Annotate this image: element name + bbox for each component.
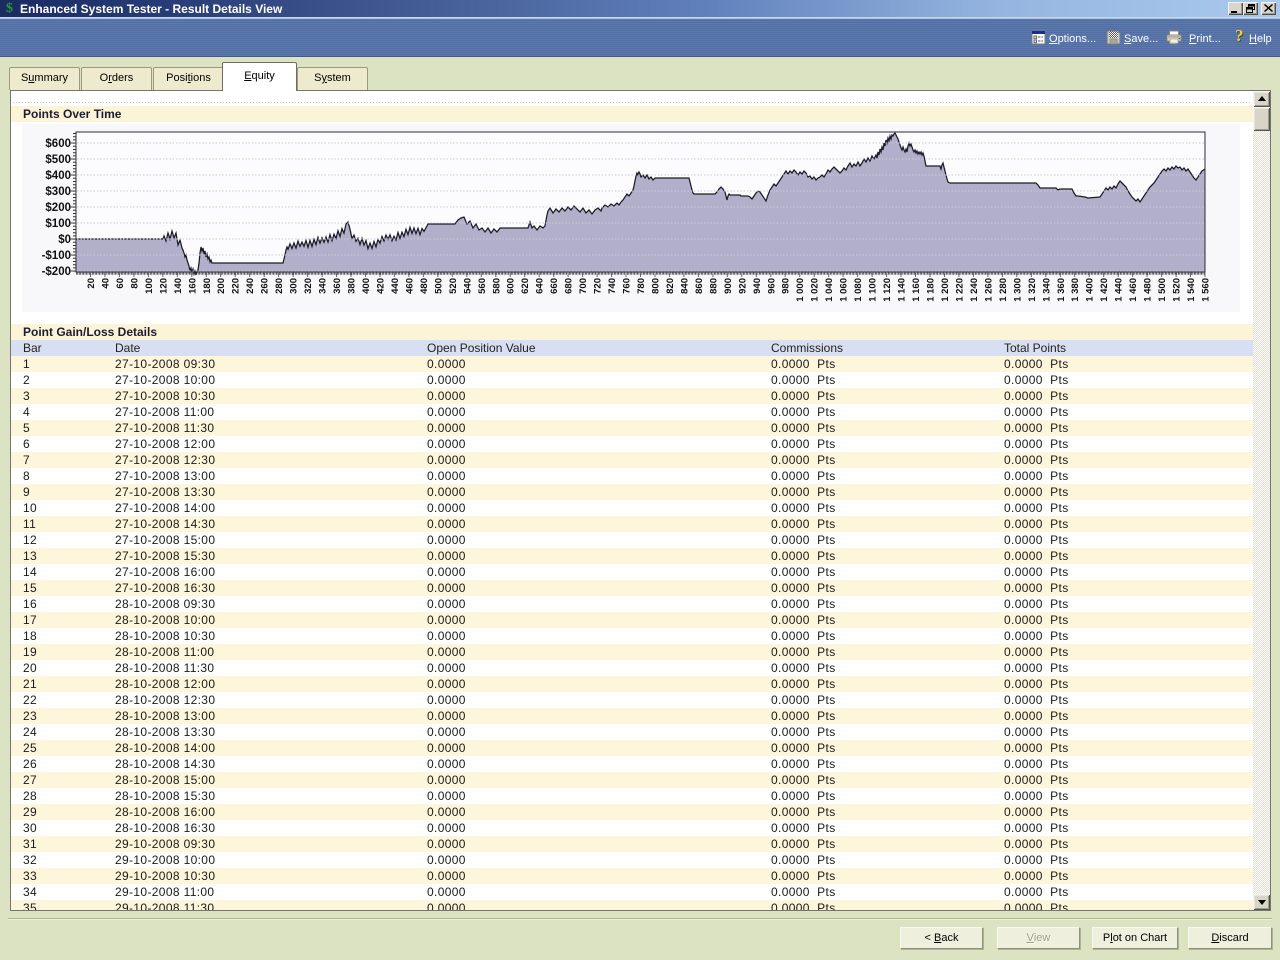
- svg-text:260: 260: [260, 278, 271, 294]
- svg-text:120: 120: [158, 278, 169, 294]
- svg-text:580: 580: [491, 278, 502, 294]
- svg-text:860: 860: [694, 278, 705, 294]
- svg-text:640: 640: [535, 278, 546, 294]
- svg-text:1 440: 1 440: [1114, 278, 1125, 302]
- svg-text:1 140: 1 140: [897, 278, 908, 302]
- svg-text:620: 620: [520, 278, 531, 294]
- svg-text:1 400: 1 400: [1085, 278, 1096, 302]
- svg-text:400: 400: [361, 278, 372, 294]
- svg-text:1 200: 1 200: [940, 278, 951, 302]
- svg-text:200: 200: [216, 278, 227, 294]
- svg-text:1 280: 1 280: [998, 278, 1009, 302]
- svg-text:1 480: 1 480: [1143, 278, 1154, 302]
- svg-text:360: 360: [332, 278, 343, 294]
- svg-text:100: 100: [144, 278, 155, 294]
- svg-text:340: 340: [318, 278, 329, 294]
- svg-text:220: 220: [231, 278, 242, 294]
- svg-text:720: 720: [593, 278, 604, 294]
- svg-text:1 360: 1 360: [1056, 278, 1067, 302]
- svg-text:1 040: 1 040: [824, 278, 835, 302]
- svg-text:380: 380: [347, 278, 358, 294]
- svg-text:600: 600: [506, 278, 517, 294]
- svg-text:-$100: -$100: [42, 250, 71, 262]
- svg-text:1 300: 1 300: [1012, 278, 1023, 302]
- svg-text:1 080: 1 080: [853, 278, 864, 302]
- svg-text:$400: $400: [45, 170, 71, 182]
- svg-text:180: 180: [202, 278, 213, 294]
- svg-text:1 120: 1 120: [882, 278, 893, 302]
- svg-text:1 520: 1 520: [1172, 278, 1183, 302]
- svg-text:$300: $300: [45, 186, 71, 198]
- svg-text:1 420: 1 420: [1099, 278, 1110, 302]
- svg-text:20: 20: [86, 278, 97, 289]
- svg-text:1 540: 1 540: [1186, 278, 1197, 302]
- svg-text:740: 740: [607, 278, 618, 294]
- svg-text:560: 560: [477, 278, 488, 294]
- svg-text:$500: $500: [45, 154, 71, 166]
- svg-text:820: 820: [665, 278, 676, 294]
- svg-text:440: 440: [390, 278, 401, 294]
- svg-text:1 020: 1 020: [810, 278, 821, 302]
- svg-text:520: 520: [448, 278, 459, 294]
- svg-text:1 460: 1 460: [1128, 278, 1139, 302]
- svg-text:60: 60: [115, 278, 126, 289]
- svg-text:160: 160: [187, 278, 198, 294]
- svg-text:1 180: 1 180: [926, 278, 937, 302]
- svg-text:480: 480: [419, 278, 430, 294]
- svg-text:980: 980: [781, 278, 792, 294]
- svg-text:680: 680: [564, 278, 575, 294]
- svg-text:460: 460: [404, 278, 415, 294]
- svg-text:$100: $100: [45, 218, 71, 230]
- svg-text:1 240: 1 240: [969, 278, 980, 302]
- svg-text:660: 660: [549, 278, 560, 294]
- svg-text:700: 700: [578, 278, 589, 294]
- svg-text:1 220: 1 220: [954, 278, 965, 302]
- svg-text:940: 940: [752, 278, 763, 294]
- svg-text:320: 320: [303, 278, 314, 294]
- svg-text:140: 140: [173, 278, 184, 294]
- svg-text:500: 500: [433, 278, 444, 294]
- svg-text:1 260: 1 260: [983, 278, 994, 302]
- svg-text:-$200: -$200: [42, 266, 71, 278]
- svg-text:1 380: 1 380: [1070, 278, 1081, 302]
- svg-text:300: 300: [289, 278, 300, 294]
- svg-text:1 100: 1 100: [868, 278, 879, 302]
- svg-text:840: 840: [679, 278, 690, 294]
- svg-text:80: 80: [129, 278, 140, 289]
- svg-text:540: 540: [462, 278, 473, 294]
- svg-text:780: 780: [636, 278, 647, 294]
- svg-text:$600: $600: [45, 138, 71, 150]
- svg-text:280: 280: [274, 278, 285, 294]
- svg-text:40: 40: [100, 278, 111, 289]
- svg-text:1 160: 1 160: [911, 278, 922, 302]
- svg-text:$0: $0: [58, 234, 71, 246]
- svg-text:760: 760: [622, 278, 633, 294]
- svg-text:1 340: 1 340: [1041, 278, 1052, 302]
- svg-text:240: 240: [245, 278, 256, 294]
- svg-text:920: 920: [737, 278, 748, 294]
- svg-text:800: 800: [651, 278, 662, 294]
- svg-text:1 060: 1 060: [839, 278, 850, 302]
- svg-text:880: 880: [708, 278, 719, 294]
- svg-text:960: 960: [766, 278, 777, 294]
- svg-text:1 560: 1 560: [1201, 278, 1212, 302]
- svg-text:420: 420: [376, 278, 387, 294]
- svg-text:1 320: 1 320: [1027, 278, 1038, 302]
- svg-text:$200: $200: [45, 202, 71, 214]
- svg-text:1 500: 1 500: [1157, 278, 1168, 302]
- svg-text:900: 900: [723, 278, 734, 294]
- svg-text:1 000: 1 000: [795, 278, 806, 302]
